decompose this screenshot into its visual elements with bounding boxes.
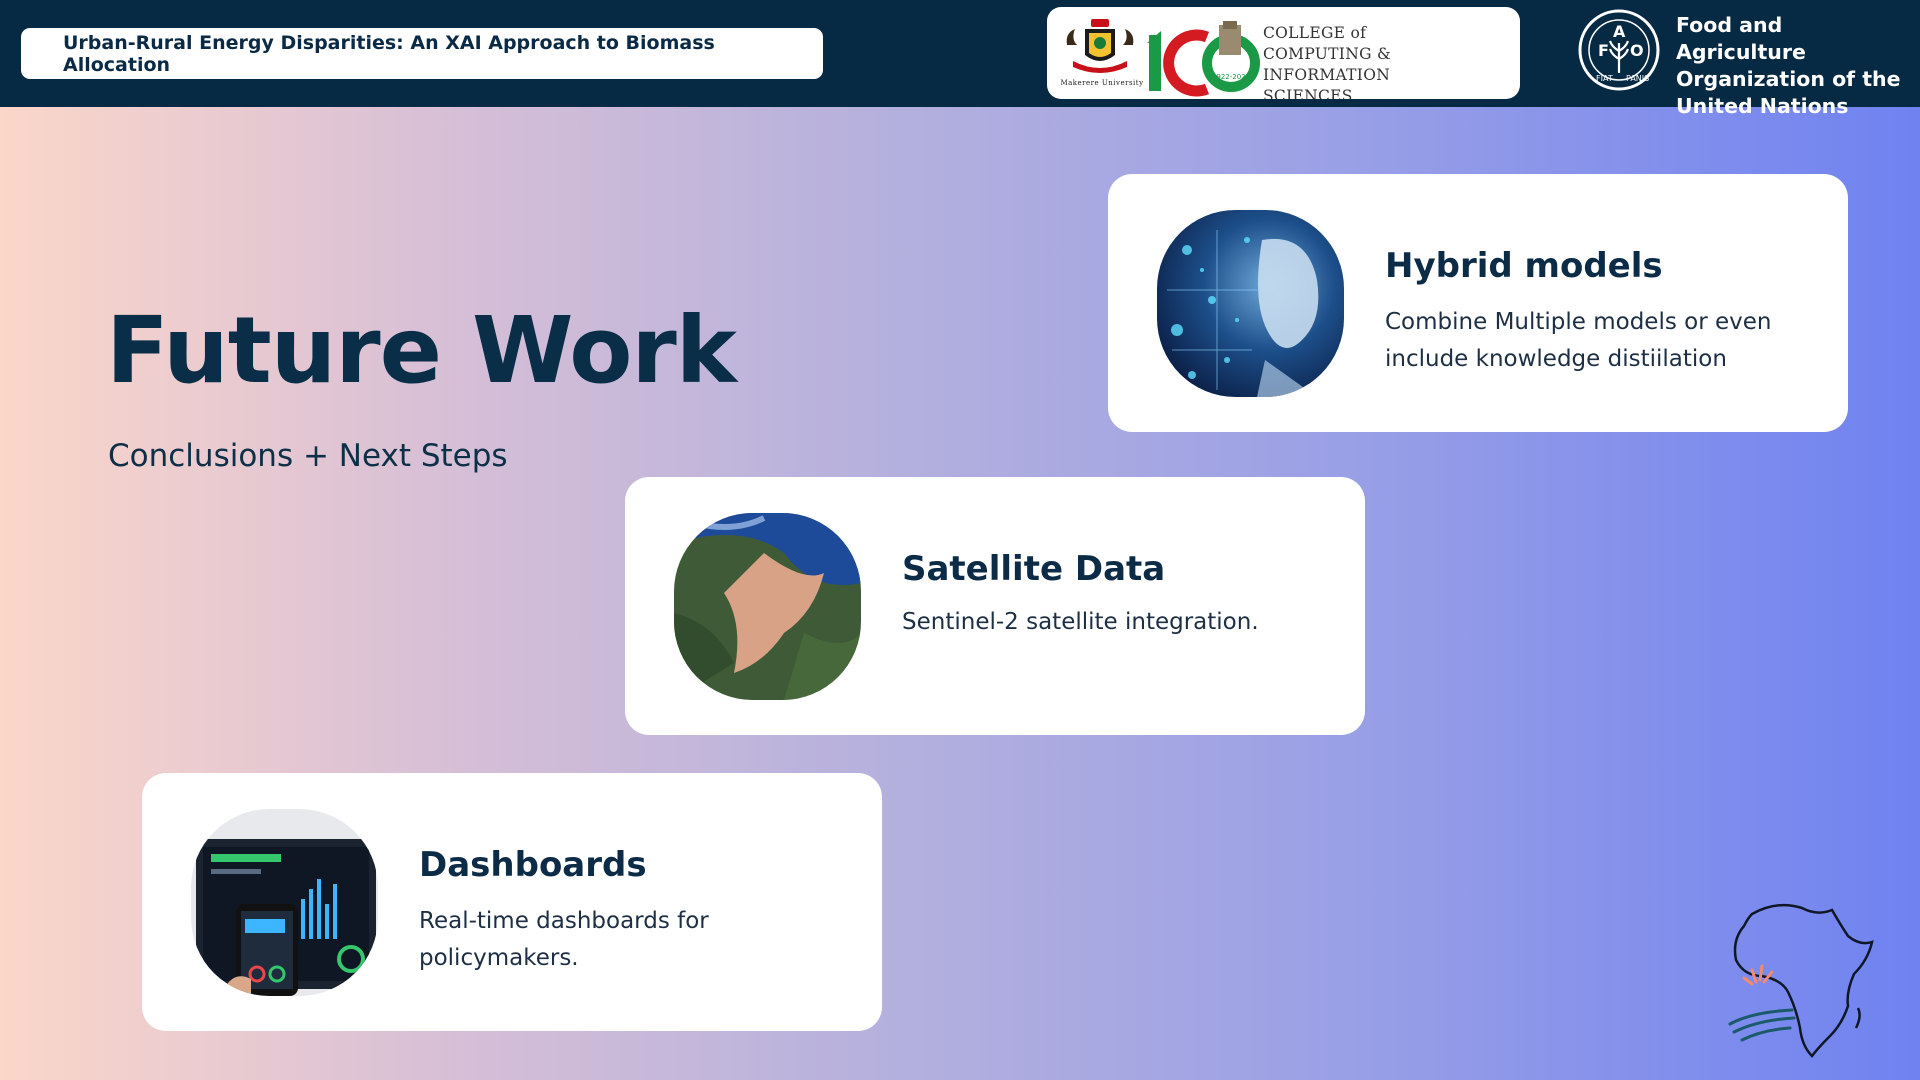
ai-face-image: [1157, 210, 1344, 397]
svg-text:O: O: [1630, 41, 1644, 60]
card-hybrid-models: Hybrid models Combine Multiple models or…: [1108, 174, 1848, 432]
header-bar: Urban-Rural Energy Disparities: An XAI A…: [0, 0, 1920, 118]
card-title: Satellite Data: [902, 549, 1166, 589]
card-title: Hybrid models: [1385, 246, 1663, 286]
svg-text:PANIS: PANIS: [1626, 74, 1649, 83]
satellite-estuary-image: [674, 513, 861, 700]
fao-emblem-icon: F A O FIAT PANIS: [1578, 9, 1660, 91]
svg-text:F: F: [1598, 41, 1609, 60]
fao-name: Food and Agriculture Organization of the…: [1676, 12, 1916, 120]
page-title: Future Work: [106, 297, 737, 404]
dashboard-devices-image: [191, 809, 378, 996]
card-satellite-data: Satellite Data Sentinel-2 satellite inte…: [625, 477, 1365, 735]
college-line-3: SCIENCES: [1263, 87, 1353, 99]
makerere-label: Makerere University: [1060, 79, 1144, 87]
card-description: Real-time dashboards for policymakers.: [419, 908, 709, 971]
svg-text:1922-2022: 1922-2022: [1212, 73, 1250, 81]
card-description: Sentinel-2 satellite integration.: [902, 609, 1259, 635]
college-line-2: COMPUTING & INFORMATION: [1263, 45, 1392, 84]
page-subtitle: Conclusions + Next Steps: [108, 438, 508, 474]
college-name: COLLEGE of COMPUTING & INFORMATION SCIEN…: [1263, 23, 1520, 99]
card-dashboards: Dashboards Real-time dashboards for poli…: [142, 773, 882, 1031]
svg-text:A: A: [1613, 22, 1626, 41]
fao-line-1: Food and Agriculture: [1676, 13, 1806, 64]
makerere-cocis-logo: Makerere University 1922-2022 COLLEGE of…: [1047, 7, 1520, 99]
fao-line-3: United Nations: [1676, 94, 1849, 118]
card-description: Combine Multiple models or even include …: [1385, 309, 1772, 372]
card-title: Dashboards: [419, 845, 647, 885]
centenary-100-icon: 1922-2022: [1147, 21, 1260, 97]
college-line-1: COLLEGE of: [1263, 24, 1367, 42]
presentation-title: Urban-Rural Energy Disparities: An XAI A…: [21, 28, 823, 79]
svg-text:FIAT: FIAT: [1596, 74, 1613, 83]
makerere-crest-icon: [1066, 19, 1134, 73]
fao-line-2: Organization of the: [1676, 67, 1901, 91]
africa-outline-logo-icon: [1728, 903, 1874, 1058]
